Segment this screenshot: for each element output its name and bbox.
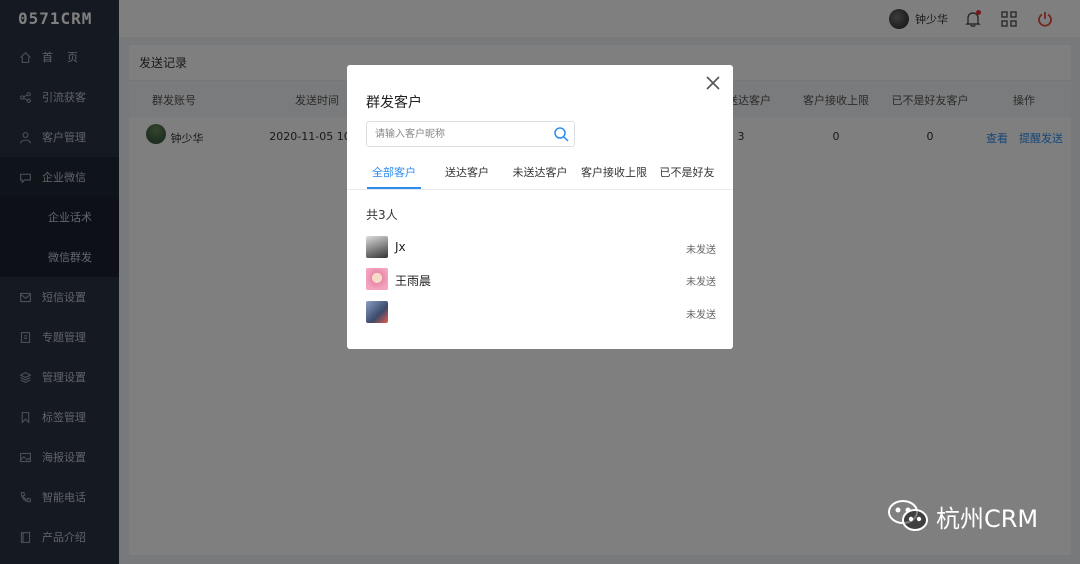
tab-not-friends[interactable]: 已不是好友 [660,164,715,180]
dialog-title: 群发客户 [366,95,422,111]
watermark-text: 杭州CRM [936,504,1039,533]
customer-name: Jx [395,240,406,254]
search-icon[interactable] [553,126,569,142]
wechat-icon [888,500,928,531]
tab-receive-limit[interactable]: 客户接收上限 [581,164,647,180]
watermark: 杭州CRM [886,498,1038,534]
avatar [366,301,388,323]
send-status: 未发送 [686,277,716,288]
list-item: 未发送 [366,301,716,325]
avatar [366,268,388,290]
avatar [366,236,388,258]
send-status: 未发送 [686,245,716,256]
tab-all-customers[interactable]: 全部客户 [372,164,416,180]
list-item: 王雨晨 未发送 [366,268,716,292]
customer-count: 共3人 [366,208,398,222]
mass-send-customers-dialog: 群发客户 全部客户 送达客户 未送达客户 客户接收上限 已不是好友 共3人 Jx… [347,65,733,349]
customer-tabs: 全部客户 送达客户 未送达客户 客户接收上限 已不是好友 [347,157,733,190]
list-item: Jx 未发送 [366,236,716,260]
customer-search-input[interactable] [367,122,547,146]
tab-delivered[interactable]: 送达客户 [445,164,489,180]
search-box [366,121,575,147]
active-tab-indicator [367,187,421,189]
tab-not-delivered[interactable]: 未送达客户 [513,164,568,180]
customer-name: 王雨晨 [395,274,432,288]
send-status: 未发送 [686,310,716,321]
close-icon[interactable] [705,75,721,91]
